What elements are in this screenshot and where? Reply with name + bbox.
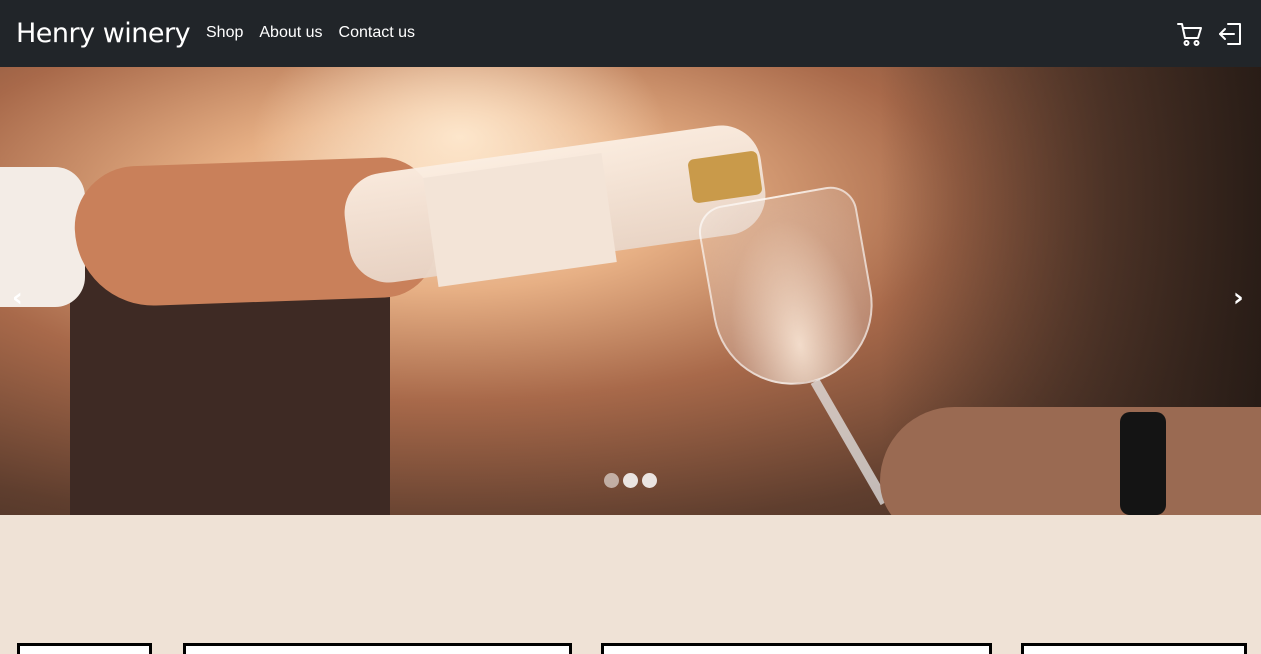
nav-link-about[interactable]: About us bbox=[259, 22, 322, 44]
brand-logo[interactable]: Henry winery bbox=[16, 16, 191, 52]
login-icon[interactable] bbox=[1216, 20, 1244, 48]
product-card[interactable] bbox=[17, 643, 152, 654]
carousel-indicator[interactable] bbox=[604, 473, 619, 488]
carousel-indicators bbox=[604, 473, 657, 488]
carousel-next-button[interactable]: › bbox=[1233, 285, 1244, 311]
nav-link-shop[interactable]: Shop bbox=[206, 22, 243, 44]
product-card[interactable] bbox=[1021, 643, 1247, 654]
product-card[interactable] bbox=[183, 643, 572, 654]
nav-links: Shop About us Contact us bbox=[206, 22, 415, 44]
carousel-indicator-active[interactable] bbox=[623, 473, 638, 488]
nav-link-contact[interactable]: Contact us bbox=[339, 22, 415, 44]
cart-icon[interactable] bbox=[1176, 20, 1204, 48]
carousel-indicator[interactable] bbox=[642, 473, 657, 488]
hero-carousel: ‹ › bbox=[0, 67, 1261, 515]
product-card[interactable] bbox=[601, 643, 992, 654]
navbar: Henry winery Shop About us Contact us bbox=[0, 0, 1261, 67]
carousel-prev-button[interactable]: ‹ bbox=[12, 285, 23, 311]
